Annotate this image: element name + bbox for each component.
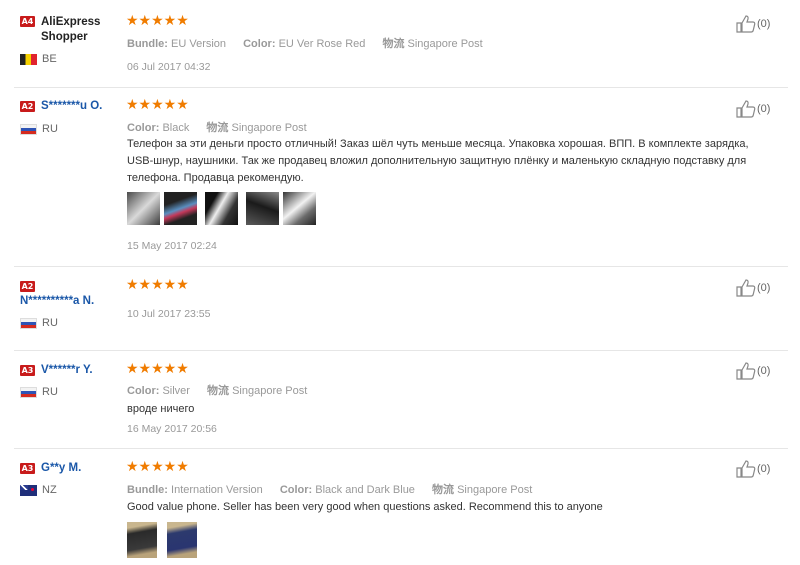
meta-key: Color: xyxy=(127,122,160,134)
review-text: Телефон за эти деньги просто отличный! З… xyxy=(127,138,749,184)
thumbs-up-icon xyxy=(736,460,756,478)
meta-value: Black xyxy=(162,122,190,134)
meta-key: Color: xyxy=(279,484,313,496)
star-rating: ★★★★★ xyxy=(126,459,189,475)
meta-value: EU Version xyxy=(171,38,227,50)
meta-value: EU Ver Rose Red xyxy=(278,38,366,50)
star-rating: ★★★★★ xyxy=(126,277,189,293)
level-badge: A4 xyxy=(20,15,35,27)
level-badge: A2 xyxy=(20,100,35,112)
new-zealand-flag-icon xyxy=(20,484,37,496)
review-photo[interactable] xyxy=(283,192,316,225)
meta-value: Singapore Post xyxy=(457,484,533,496)
divider xyxy=(14,87,788,88)
meta-value: Singapore Post xyxy=(232,385,308,397)
level-badge: A3 xyxy=(20,462,35,474)
star-rating: ★★★★★ xyxy=(126,361,189,377)
reviewer: A3 G**y M. xyxy=(20,462,125,474)
helpful-button[interactable]: (0) xyxy=(736,460,770,478)
thumbs-up-icon xyxy=(736,279,756,297)
russia-flag-icon xyxy=(20,386,37,398)
meta-value: Internation Version xyxy=(171,484,263,496)
meta-key: 物流 xyxy=(206,122,229,134)
star-rating: ★★★★★ xyxy=(126,97,189,113)
review-photo[interactable] xyxy=(167,522,197,558)
meta-key: 物流 xyxy=(382,38,405,50)
helpful-button[interactable]: (0) xyxy=(736,15,770,33)
meta-key: Color: xyxy=(127,385,160,397)
star-rating: ★★★★★ xyxy=(126,13,189,29)
meta-key: Color: xyxy=(243,38,276,50)
review-photo[interactable] xyxy=(246,192,279,225)
review-date: 15 May 2017 02:24 xyxy=(127,240,217,252)
divider xyxy=(14,266,788,267)
thumbs-up-icon xyxy=(736,100,756,118)
russia-flag-icon xyxy=(20,317,37,329)
thumbs-up-icon xyxy=(736,15,756,33)
review-text: вроде ничего xyxy=(127,403,195,415)
review-photos xyxy=(127,522,201,558)
reviewer: A2 N**********a N. xyxy=(20,280,125,307)
review-date: 10 Jul 2017 23:55 xyxy=(127,308,211,320)
reviewer-country: BE xyxy=(20,53,57,65)
review-date: 06 Jul 2017 04:32 xyxy=(127,61,211,73)
order-info: Bundle: EU Version Color: EU Ver Rose Re… xyxy=(127,35,497,51)
reviewer-country: RU xyxy=(20,317,58,329)
review-photo[interactable] xyxy=(164,192,197,225)
reviewer-country: RU xyxy=(20,386,58,398)
meta-key: 物流 xyxy=(207,385,230,397)
reviewer-name[interactable]: V******r Y. xyxy=(41,364,93,376)
review-text: Good value phone. Seller has been very g… xyxy=(127,501,603,513)
reviewer-country: RU xyxy=(20,123,58,135)
meta-value: Singapore Post xyxy=(231,122,307,134)
meta-key: Bundle: xyxy=(127,484,168,496)
review-date: 16 May 2017 20:56 xyxy=(127,423,217,435)
level-badge: A3 xyxy=(20,364,35,376)
helpful-button[interactable]: (0) xyxy=(736,362,770,380)
review-photo[interactable] xyxy=(127,192,160,225)
reviewer-name[interactable]: G**y M. xyxy=(41,462,81,474)
divider xyxy=(14,350,788,351)
reviewer-name[interactable]: S*******u O. xyxy=(41,100,102,112)
meta-value: Silver xyxy=(162,385,190,397)
belgium-flag-icon xyxy=(20,53,37,65)
review-photo[interactable] xyxy=(127,522,157,558)
helpful-button[interactable]: (0) xyxy=(736,279,770,297)
reviewer-country: NZ xyxy=(20,484,57,496)
order-info: Bundle: Internation Version Color: Black… xyxy=(127,481,546,497)
review-photos xyxy=(127,192,320,225)
meta-value: Singapore Post xyxy=(407,38,483,50)
thumbs-up-icon xyxy=(736,362,756,380)
reviewer: A3 V******r Y. xyxy=(20,364,125,376)
reviewer-name[interactable]: N**********a N. xyxy=(20,295,94,307)
meta-key: 物流 xyxy=(432,484,454,496)
level-badge: A2 xyxy=(20,280,35,292)
reviewer-name: AliExpress Shopper xyxy=(41,16,101,43)
helpful-button[interactable]: (0) xyxy=(736,100,770,118)
meta-value: Black and Dark Blue xyxy=(315,484,415,496)
reviewer: A4 AliExpress Shopper xyxy=(20,15,125,45)
reviewer: A2 S*******u O. xyxy=(20,100,125,112)
divider xyxy=(14,448,788,449)
meta-key: Bundle: xyxy=(127,38,168,50)
russia-flag-icon xyxy=(20,123,37,135)
order-info: Color: Silver 物流 Singapore Post xyxy=(127,382,321,398)
review-photo[interactable] xyxy=(205,192,238,225)
order-info: Color: Black 物流 Singapore Post xyxy=(127,119,321,135)
